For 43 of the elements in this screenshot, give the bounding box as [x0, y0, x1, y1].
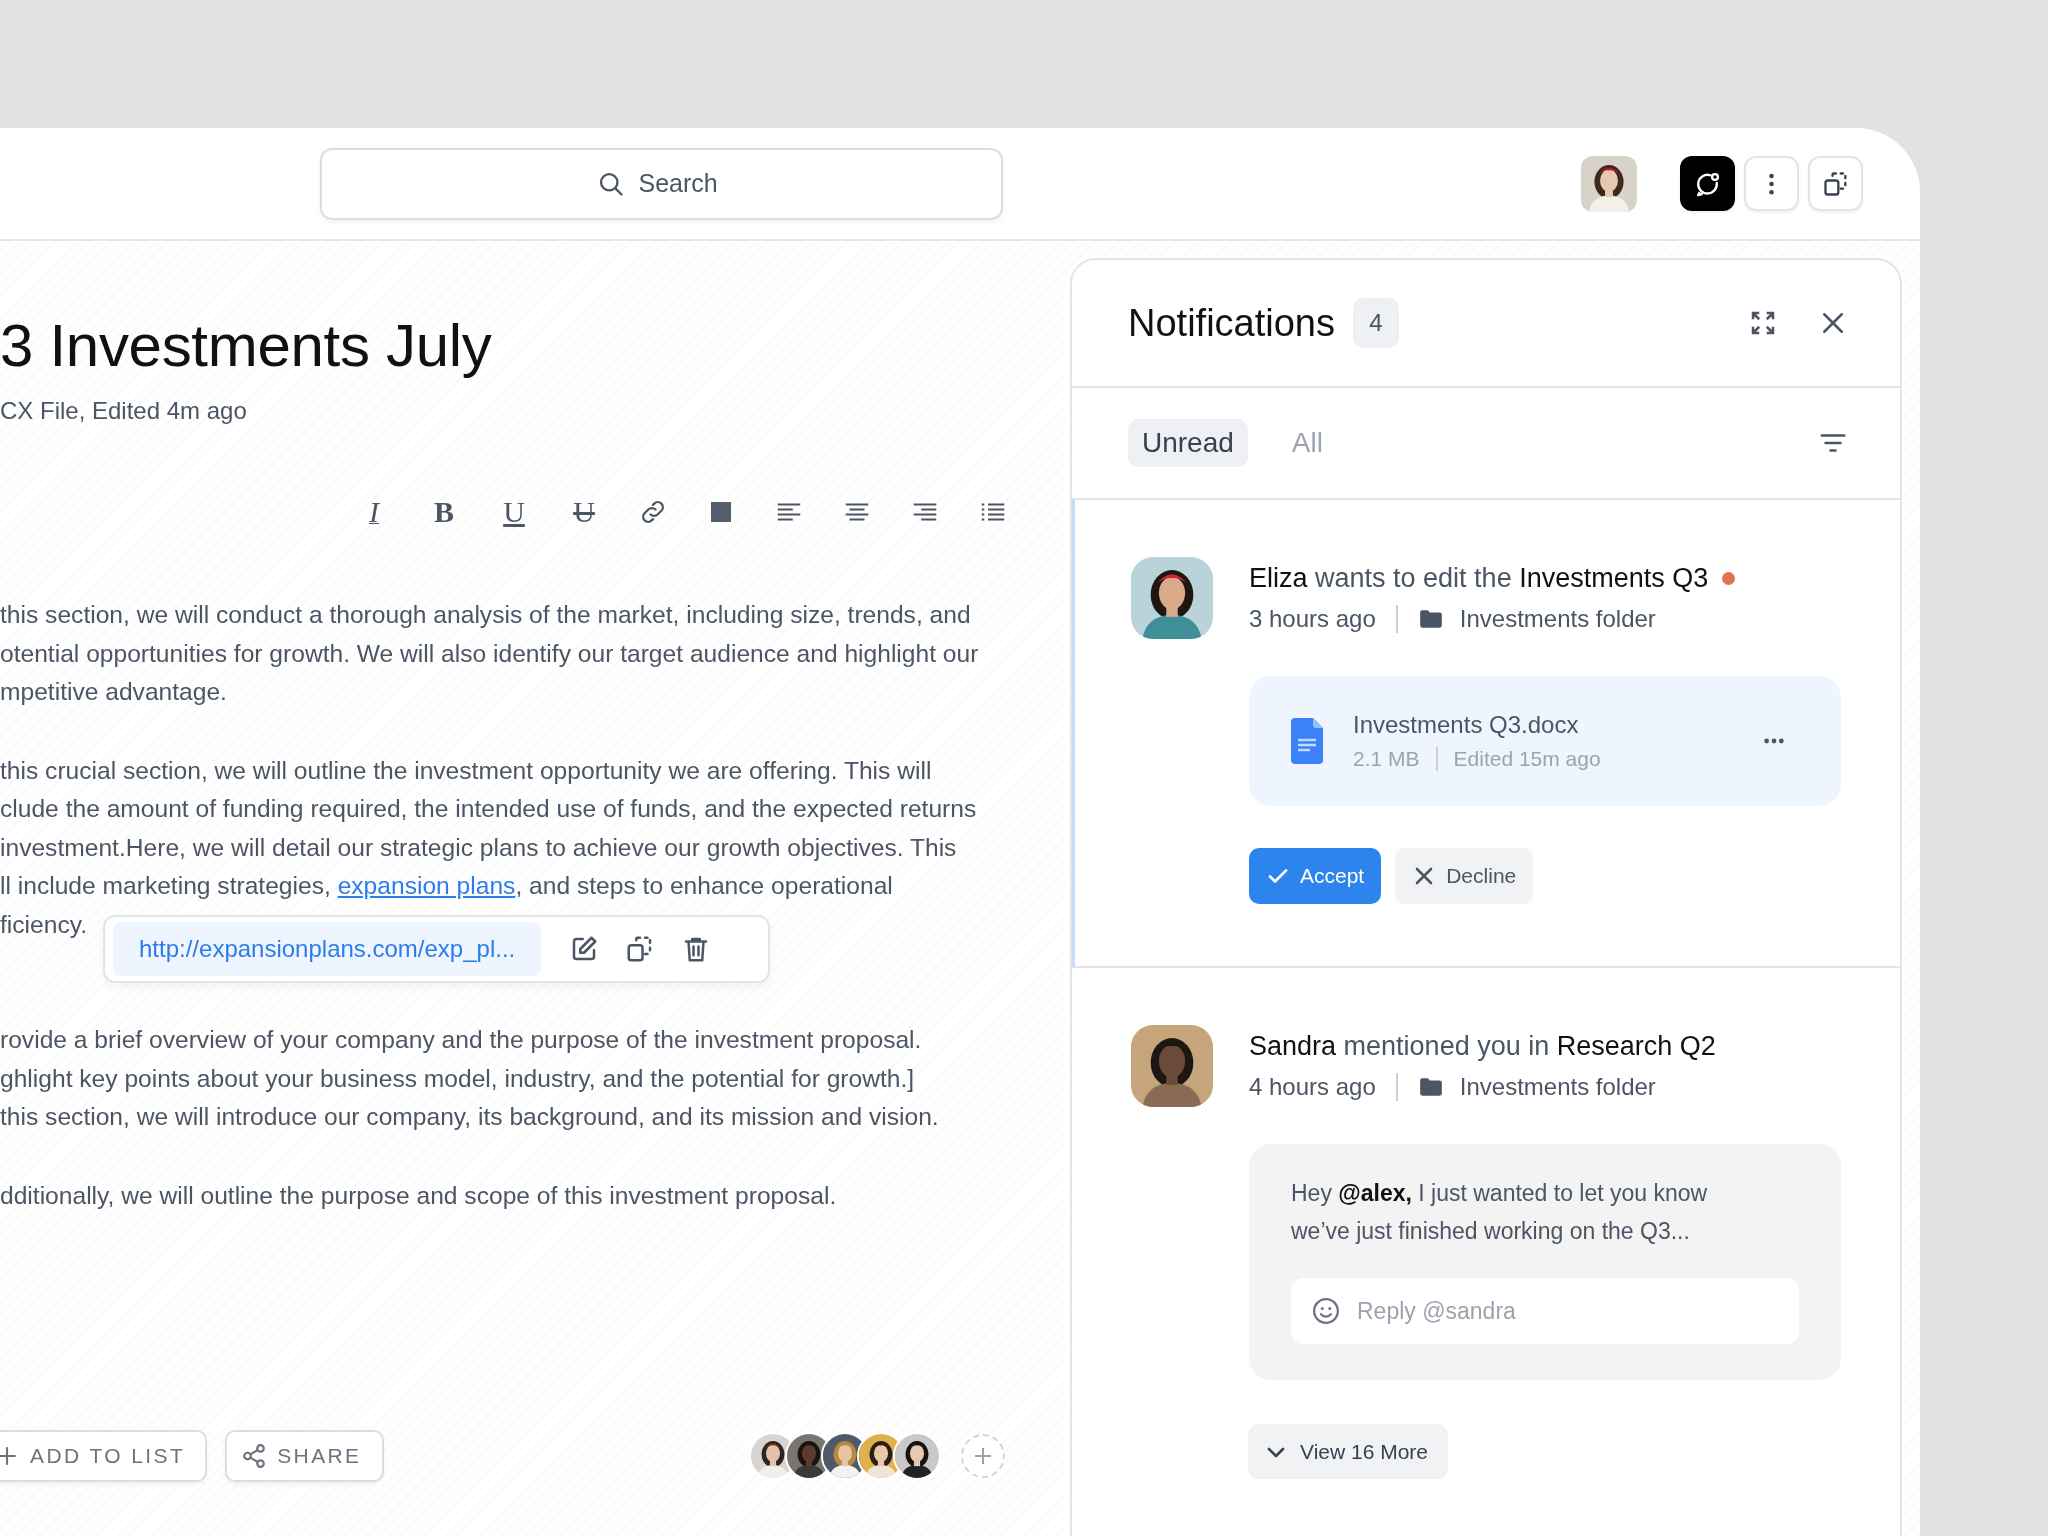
search-input[interactable]: Search: [636, 168, 727, 199]
file-size: 2.1 MB: [1353, 747, 1420, 771]
paragraph: this section, we will conduct a thorough analysis of the market, including size, trends, and otential opportunities for growth. We will also identify our target audience and highlight our mpetitive advantage.: [0, 600, 980, 707]
add-to-list-button[interactable]: ADD TO LIST: [0, 1430, 208, 1482]
file-card[interactable]: Investments Q3.docx 2.1 MB Edited 15m ago: [1249, 676, 1841, 806]
message-text: Hey @alex, I just wanted to let you know we’ve just finished working on the Q3...: [1291, 1179, 1709, 1246]
file-edited: Edited 15m ago: [1453, 747, 1601, 771]
more-icon: [1769, 172, 1774, 195]
bold-button[interactable]: B: [428, 494, 460, 530]
copy-icon: [1821, 169, 1850, 198]
copy-button[interactable]: [1808, 156, 1863, 211]
document-title: 3 Investments July: [0, 312, 493, 379]
tab[interactable]: Unread: [1128, 419, 1248, 467]
chat-button[interactable]: [1680, 156, 1735, 211]
share-button[interactable]: SHARE: [225, 1430, 384, 1482]
underline-button[interactable]: U: [498, 494, 530, 530]
notification-title: Eliza wants to edit the Investments Q3: [1249, 562, 1709, 595]
notification-title: Sandra mentioned you in Research Q2: [1249, 1030, 1716, 1063]
file-name: Investments Q3.docx: [1353, 711, 1580, 739]
count-badge: 4: [1353, 298, 1399, 348]
view-more-button[interactable]: View 16 More: [1248, 1424, 1448, 1479]
notification-item[interactable]: Sandra mentioned you in Research Q2 4 hours ago Investments folder Hey @alex, I just wanted to let you know we’ve just finished working on the Q3... Reply @sandra: [1072, 968, 1900, 1380]
link[interactable]: expansion plans: [337, 872, 516, 899]
panel-title: Notifications: [1128, 301, 1335, 345]
document-meta: CX File, Edited 4m ago: [0, 396, 248, 426]
share-icon: [241, 1443, 268, 1469]
reply-input[interactable]: Reply @sandra: [1355, 1296, 1779, 1326]
paragraph: rovide a brief overview of your company and the purpose of the investment proposal. ghlight key points about your business model, industry, and the potential for growth.] this section, we will introduce our company, its background, and its mission and vision.: [0, 1025, 940, 1132]
timestamp: 4 hours ago: [1249, 1073, 1376, 1101]
folder-name: Investments folder: [1459, 1073, 1656, 1101]
folder-name: Investments folder: [1459, 605, 1656, 633]
notification-item[interactable]: Eliza wants to edit the Investments Q3 3 hours ago Investments folder Investments Q3.docx 2.1 MB Edited 15m ago Accept Decline: [1072, 500, 1900, 968]
timestamp: 3 hours ago: [1249, 605, 1376, 633]
paragraph: dditionally, we will outline the purpose and scope of this investment proposal.: [0, 1180, 838, 1211]
search-field[interactable]: Search: [320, 147, 1003, 220]
reply-field[interactable]: Reply @sandra: [1291, 1278, 1799, 1344]
strikethrough-button[interactable]: U: [568, 494, 600, 530]
italic-button[interactable]: I: [358, 494, 390, 530]
emoji-icon[interactable]: [1311, 1296, 1341, 1326]
accept-button[interactable]: Accept: [1249, 848, 1382, 904]
decline-button[interactable]: Decline: [1395, 848, 1534, 904]
url-link[interactable]: http://expansionplans.com/exp_pl...: [113, 922, 542, 976]
more-icon[interactable]: [1763, 737, 1785, 745]
